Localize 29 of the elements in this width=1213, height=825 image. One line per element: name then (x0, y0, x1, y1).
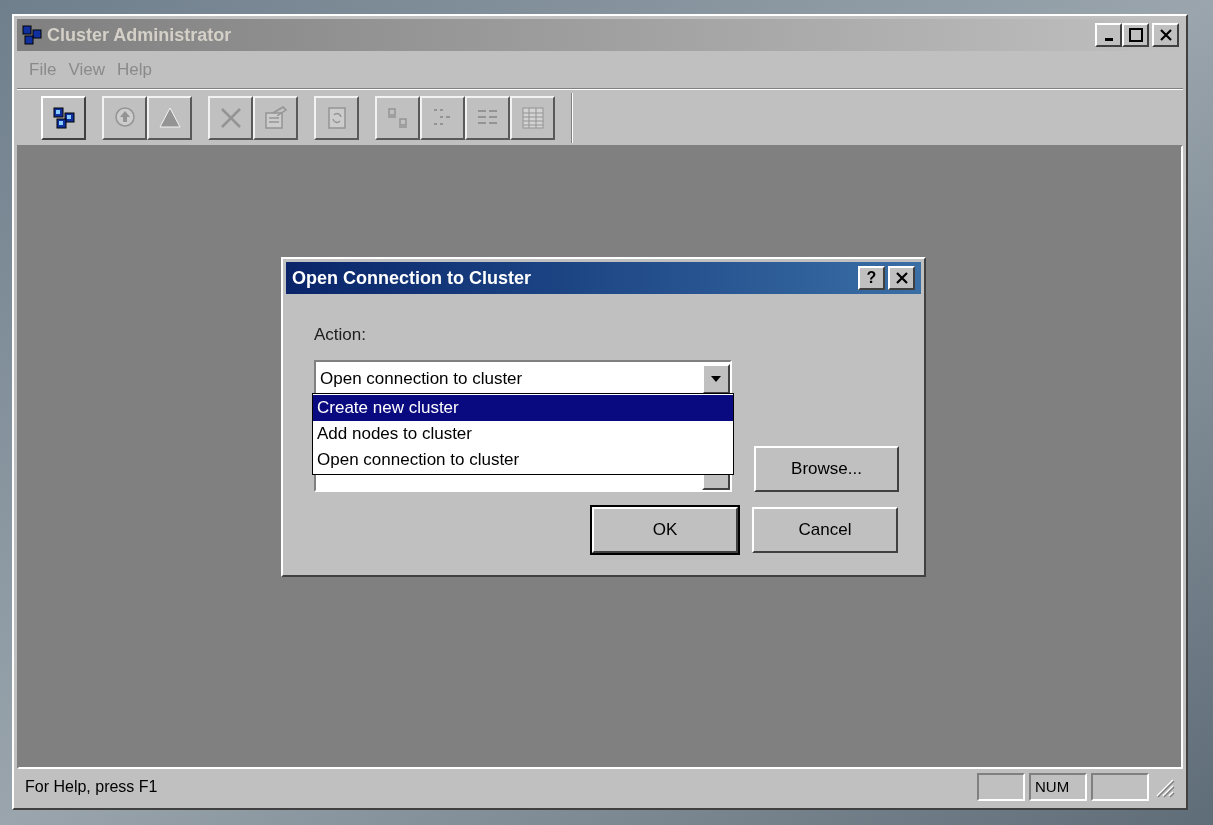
minimize-icon (1104, 37, 1113, 41)
dropdown-option[interactable]: Create new cluster (313, 395, 733, 421)
toolbar-button[interactable] (41, 95, 86, 140)
servers-icon (21, 24, 43, 46)
dropdown-option[interactable]: Add nodes to cluster (313, 421, 733, 447)
dropdown-button[interactable] (702, 363, 730, 394)
status-panel: NUM (1029, 773, 1087, 801)
status-text: For Help, press F1 (25, 777, 159, 797)
maximize-icon (1128, 28, 1143, 42)
maximize-button[interactable] (1122, 23, 1149, 47)
caret-icon (711, 375, 721, 382)
dialog-title: Open Connection to Cluster (292, 266, 531, 290)
close-button[interactable] (1152, 23, 1179, 47)
properties-icon (262, 104, 289, 131)
servers-icon (50, 104, 77, 131)
cancel-button[interactable]: Cancel (752, 506, 898, 553)
status-panel (1091, 773, 1149, 801)
ok-button[interactable]: OK (592, 506, 738, 553)
details-icon (519, 104, 546, 131)
action-label: Action: (314, 324, 367, 346)
minimize-button[interactable] (1095, 23, 1122, 47)
dropdown-option[interactable]: Open connection to cluster (313, 447, 733, 473)
close-icon (1158, 28, 1173, 42)
close-icon (894, 271, 909, 285)
window-title: Cluster Administrator (47, 23, 232, 47)
browse-button[interactable]: Browse... (754, 445, 899, 492)
status-panel (977, 773, 1025, 801)
close-button[interactable] (888, 266, 915, 290)
help-button[interactable]: ? (858, 266, 885, 290)
